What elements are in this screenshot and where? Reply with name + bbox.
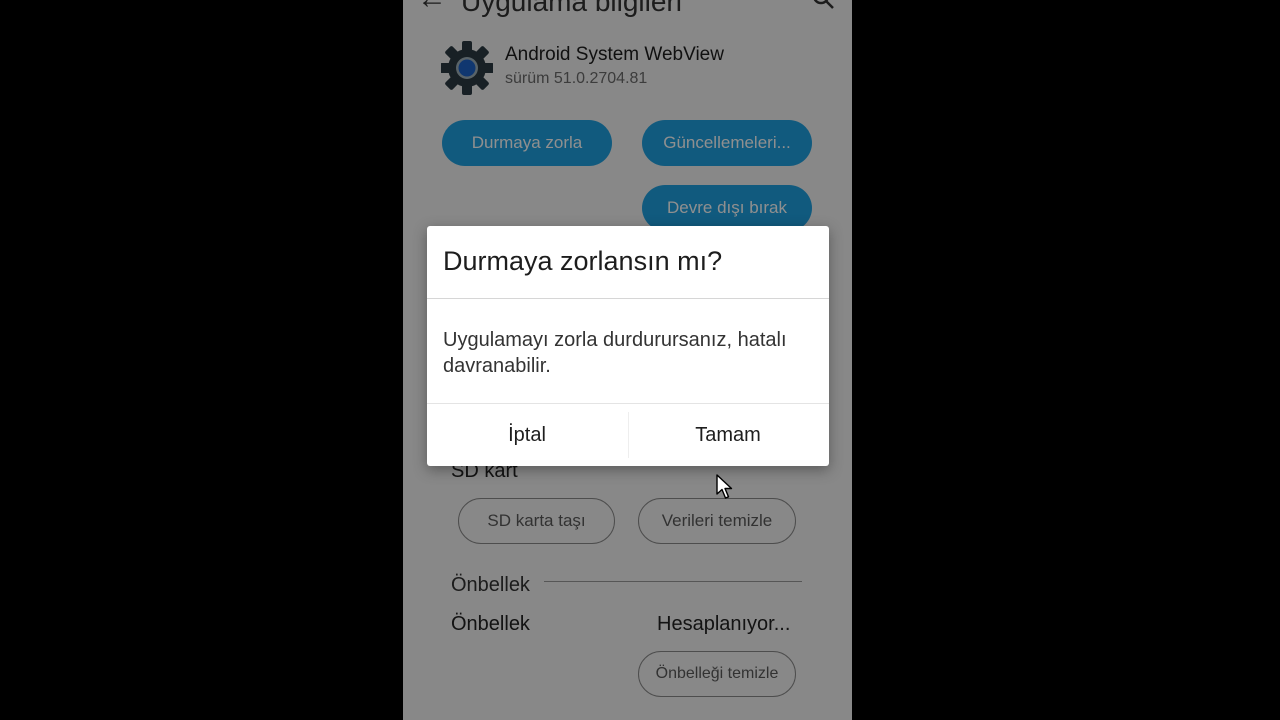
mouse-cursor-icon (716, 474, 733, 499)
dialog-divider (427, 298, 829, 299)
force-stop-dialog: Durmaya zorlansın mı? Uygulamayı zorla d… (427, 226, 829, 466)
cancel-button[interactable]: İptal (427, 404, 627, 466)
ok-button[interactable]: Tamam (628, 404, 828, 466)
dialog-message: Uygulamayı zorla durdurursanız, hatalı d… (443, 329, 787, 377)
dialog-title: Durmaya zorlansın mı? (443, 246, 723, 276)
phone-screen: ← Uygulama bilgileri Android System WebV… (403, 0, 852, 720)
